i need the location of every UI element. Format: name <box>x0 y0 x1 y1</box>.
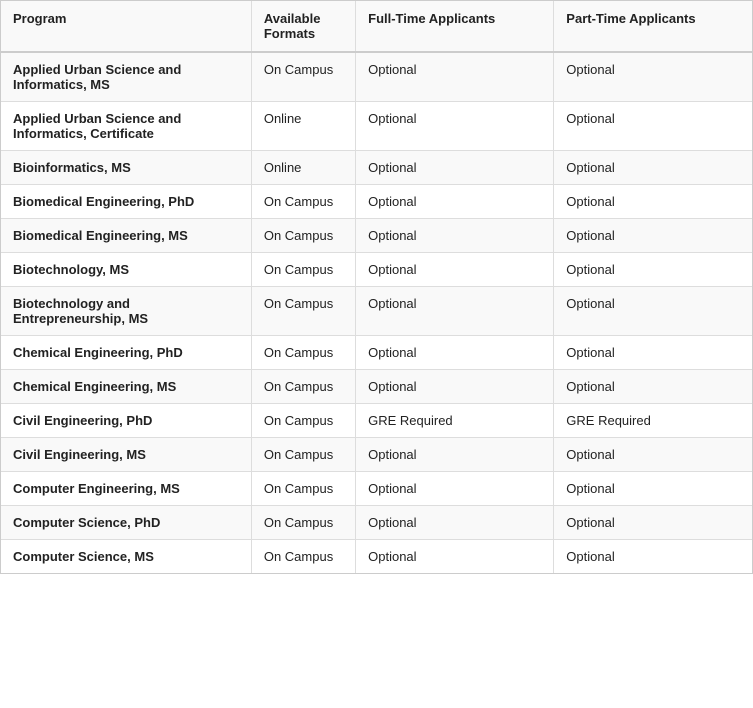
table-row: Computer Science, PhDOn CampusOptionalOp… <box>1 506 752 540</box>
table-row: Computer Engineering, MSOn CampusOptiona… <box>1 472 752 506</box>
cell-parttime: GRE Required <box>554 404 752 438</box>
cell-formats: On Campus <box>251 540 355 574</box>
table-row: Biotechnology, MSOn CampusOptionalOption… <box>1 253 752 287</box>
cell-formats: On Campus <box>251 506 355 540</box>
cell-parttime: Optional <box>554 219 752 253</box>
cell-formats: On Campus <box>251 370 355 404</box>
cell-fulltime: Optional <box>356 253 554 287</box>
table-row: Civil Engineering, MSOn CampusOptionalOp… <box>1 438 752 472</box>
cell-program: Computer Science, PhD <box>1 506 251 540</box>
cell-fulltime: Optional <box>356 438 554 472</box>
cell-parttime: Optional <box>554 102 752 151</box>
cell-parttime: Optional <box>554 253 752 287</box>
cell-parttime: Optional <box>554 336 752 370</box>
table-row: Biomedical Engineering, MSOn CampusOptio… <box>1 219 752 253</box>
cell-program: Civil Engineering, MS <box>1 438 251 472</box>
programs-table: Program Available Formats Full-Time Appl… <box>0 0 753 574</box>
cell-fulltime: Optional <box>356 506 554 540</box>
table-row: Applied Urban Science and Informatics, M… <box>1 52 752 102</box>
cell-program: Chemical Engineering, MS <box>1 370 251 404</box>
cell-program: Biotechnology, MS <box>1 253 251 287</box>
cell-program: Biomedical Engineering, PhD <box>1 185 251 219</box>
cell-program: Biotechnology and Entrepreneurship, MS <box>1 287 251 336</box>
cell-fulltime: Optional <box>356 287 554 336</box>
cell-program: Computer Science, MS <box>1 540 251 574</box>
table-row: Civil Engineering, PhDOn CampusGRE Requi… <box>1 404 752 438</box>
header-parttime: Part-Time Applicants <box>554 1 752 52</box>
header-program: Program <box>1 1 251 52</box>
cell-fulltime: Optional <box>356 540 554 574</box>
table-header-row: Program Available Formats Full-Time Appl… <box>1 1 752 52</box>
cell-fulltime: Optional <box>356 52 554 102</box>
cell-parttime: Optional <box>554 370 752 404</box>
table-row: Computer Science, MSOn CampusOptionalOpt… <box>1 540 752 574</box>
cell-formats: On Campus <box>251 287 355 336</box>
cell-formats: Online <box>251 151 355 185</box>
cell-parttime: Optional <box>554 472 752 506</box>
cell-fulltime: Optional <box>356 336 554 370</box>
table-row: Biotechnology and Entrepreneurship, MSOn… <box>1 287 752 336</box>
cell-program: Chemical Engineering, PhD <box>1 336 251 370</box>
cell-program: Civil Engineering, PhD <box>1 404 251 438</box>
cell-formats: On Campus <box>251 472 355 506</box>
cell-fulltime: Optional <box>356 219 554 253</box>
cell-parttime: Optional <box>554 52 752 102</box>
header-fulltime: Full-Time Applicants <box>356 1 554 52</box>
cell-parttime: Optional <box>554 540 752 574</box>
table-row: Biomedical Engineering, PhDOn CampusOpti… <box>1 185 752 219</box>
cell-program: Bioinformatics, MS <box>1 151 251 185</box>
cell-formats: On Campus <box>251 336 355 370</box>
cell-parttime: Optional <box>554 506 752 540</box>
cell-formats: On Campus <box>251 219 355 253</box>
cell-formats: Online <box>251 102 355 151</box>
cell-formats: On Campus <box>251 438 355 472</box>
cell-fulltime: Optional <box>356 472 554 506</box>
table-row: Chemical Engineering, PhDOn CampusOption… <box>1 336 752 370</box>
cell-parttime: Optional <box>554 438 752 472</box>
cell-fulltime: Optional <box>356 185 554 219</box>
table-row: Applied Urban Science and Informatics, C… <box>1 102 752 151</box>
cell-formats: On Campus <box>251 185 355 219</box>
table-row: Bioinformatics, MSOnlineOptionalOptional <box>1 151 752 185</box>
cell-fulltime: GRE Required <box>356 404 554 438</box>
cell-formats: On Campus <box>251 253 355 287</box>
cell-program: Applied Urban Science and Informatics, M… <box>1 52 251 102</box>
cell-parttime: Optional <box>554 287 752 336</box>
cell-program: Computer Engineering, MS <box>1 472 251 506</box>
cell-fulltime: Optional <box>356 102 554 151</box>
cell-formats: On Campus <box>251 52 355 102</box>
cell-fulltime: Optional <box>356 370 554 404</box>
cell-fulltime: Optional <box>356 151 554 185</box>
header-formats: Available Formats <box>251 1 355 52</box>
table-row: Chemical Engineering, MSOn CampusOptiona… <box>1 370 752 404</box>
cell-program: Biomedical Engineering, MS <box>1 219 251 253</box>
cell-formats: On Campus <box>251 404 355 438</box>
cell-parttime: Optional <box>554 151 752 185</box>
cell-parttime: Optional <box>554 185 752 219</box>
cell-program: Applied Urban Science and Informatics, C… <box>1 102 251 151</box>
